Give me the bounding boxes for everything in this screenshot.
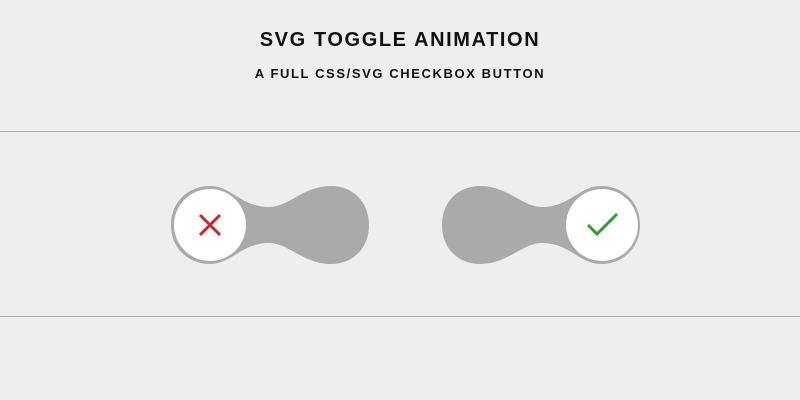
toggle-checked-graphic	[442, 186, 640, 264]
page-subtitle: A FULL CSS/SVG CHECKBOX BUTTON	[254, 66, 546, 81]
top-divider	[0, 131, 800, 132]
toggle-unchecked[interactable]	[169, 183, 371, 267]
toggle-unchecked-graphic	[171, 186, 369, 264]
page-title: SVG TOGGLE ANIMATION	[259, 29, 541, 51]
toggle-knob	[566, 189, 638, 261]
toggle-checked[interactable]	[440, 183, 642, 267]
bottom-divider	[0, 316, 800, 317]
